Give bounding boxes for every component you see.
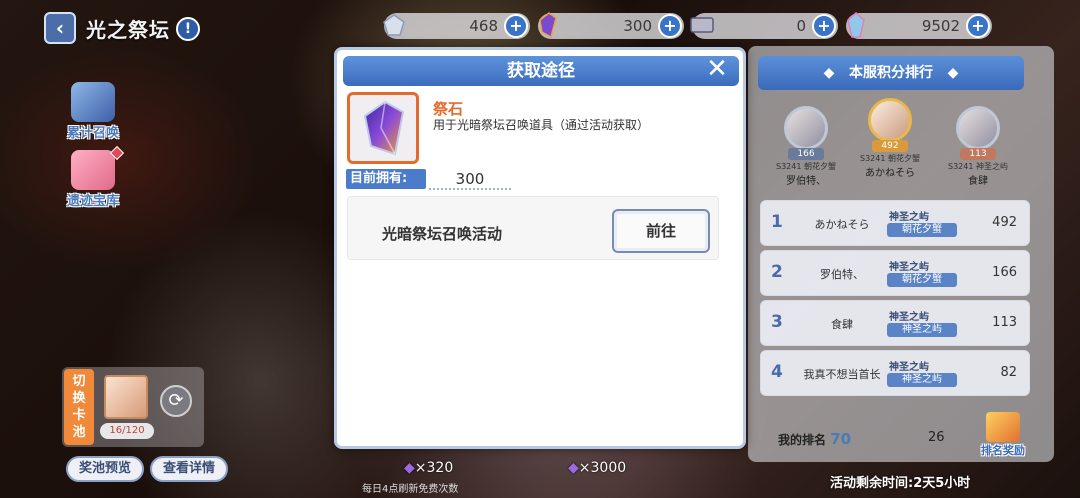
event-time-left: 活动剩余时间:2天5小时 [830,476,971,491]
route-name: 光暗祭坛召唤活动 [382,225,503,243]
chevron-left-icon: ‹ [55,16,65,40]
avatar [784,106,828,150]
summon-cost-multi: ◆×3000 [568,460,627,476]
jewel-icon [842,10,870,40]
shop-icon [71,150,115,190]
info-icon[interactable]: ! [176,17,200,41]
resource-jewel: 9502 + [846,12,992,39]
podium-first[interactable]: 492 S3241 朝花夕蟹 あかねそら [850,98,930,179]
gift-icon [986,412,1020,442]
podium-third[interactable]: 113 S3241 神圣之屿 食肆 [938,106,1018,187]
add-ticket-button[interactable]: + [812,14,836,38]
my-score: 26 [928,430,945,445]
pool-preview-button[interactable]: 奖池预览 [66,456,144,482]
back-button[interactable]: ‹ [44,12,76,44]
resource-gem: 468 + [383,13,530,39]
owned-label: 目前拥有: [346,169,426,189]
avatar [868,98,912,142]
ranking-title: ◆ 本服积分排行 ◆ [758,56,1024,90]
pool-character-avatar[interactable] [104,375,148,419]
gem-crystal-icon [380,10,408,40]
ticket-icon [688,10,716,40]
dialog-title: 获取途径 [343,56,739,86]
rank-reward-button[interactable]: 排名奖励 [976,412,1030,458]
table-row[interactable]: 3 食肆 神圣之屿 神圣之屿 113 [760,300,1030,346]
altar-stone-icon [347,92,419,164]
resource-ticket: 0 + [690,13,838,39]
table-row[interactable]: 4 我真不想当首长 神圣之屿 神圣之屿 82 [760,350,1030,396]
add-altar-stone-button[interactable]: + [658,14,682,38]
view-details-button[interactable]: 查看详情 [150,456,228,482]
pool-switcher: 切 换 卡 池 16/120 ⟳ [62,367,204,447]
switch-pool-button[interactable]: 切 换 卡 池 [64,369,94,445]
my-rank: 我的排名 70 [778,430,852,448]
add-gem-button[interactable]: + [504,14,528,38]
acquisition-dialog: 获取途径 ✕ 祭石 用于光暗祭坛召唤道具（通过活动获取） 目前拥有: 300 光… [334,47,746,449]
route-item: 光暗祭坛召唤活动 前往 [347,196,719,260]
altar-stone-icon: ◆ [568,460,579,476]
cumulative-summon-button[interactable]: 累计召唤 [58,82,128,141]
item-description: 用于光暗祭坛召唤道具（通过活动获取） [433,118,650,132]
ruins-treasury-button[interactable]: 遗迹宝库 [58,145,128,209]
go-button[interactable]: 前往 [612,209,710,253]
gift-box-icon [71,82,115,122]
summon-cost-single: ◆×320 [404,460,454,476]
pool-count: 16/120 [100,423,154,439]
ranking-panel: ◆ 本服积分排行 ◆ 166 S3241 朝花夕蟹 罗伯特、 492 S3241… [748,46,1054,462]
altar-stone-icon: ◆ [404,460,415,476]
table-row[interactable]: 1 あかねそら 神圣之屿 朝花夕蟹 492 [760,200,1030,246]
refresh-icon[interactable]: ⟳ [160,385,192,417]
avatar [956,106,1000,150]
add-jewel-button[interactable]: + [966,14,990,38]
podium-second[interactable]: 166 S3241 朝花夕蟹 罗伯特、 [766,106,846,187]
page-title: 光之祭坛 [86,18,170,42]
resource-altar-stone: 300 + [538,12,684,39]
owned-value: 300 [429,170,511,190]
table-row[interactable]: 2 罗伯特、 神圣之屿 朝花夕蟹 166 [760,250,1030,296]
altar-stone-icon [534,10,562,40]
close-icon[interactable]: ✕ [703,56,731,84]
refresh-note: 每日4点刷新免费次数 [362,484,459,495]
